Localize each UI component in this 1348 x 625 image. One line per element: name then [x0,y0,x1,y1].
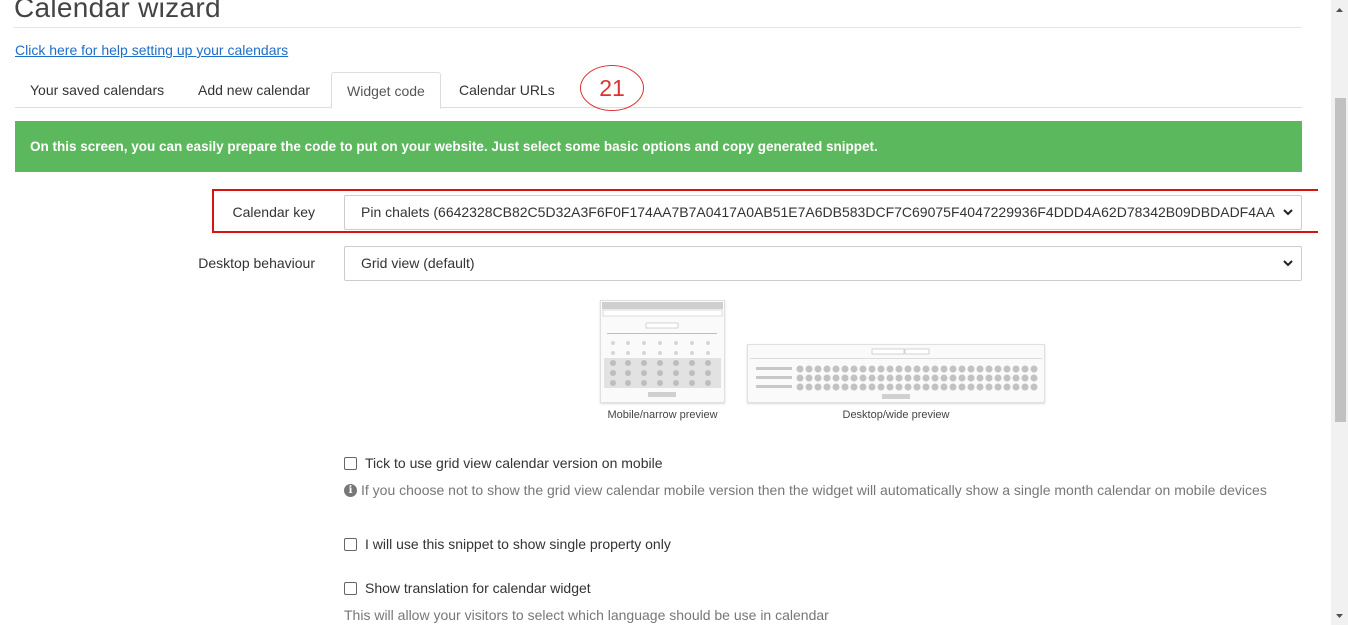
single-property-option: I will use this snippet to show single p… [344,536,671,552]
translation-checkbox[interactable] [344,581,357,595]
grid-mobile-hint: i If you choose not to show the grid vie… [344,482,1267,498]
info-icon: i [344,483,357,497]
translation-hint-text: This will allow your visitors to select … [344,607,829,623]
tab-calendar-urls[interactable]: Calendar URLs [444,72,570,108]
grid-mobile-hint-text: If you choose not to show the grid view … [361,482,1267,498]
mobile-preview-caption: Mobile/narrow preview [607,409,718,421]
grid-mobile-checkbox[interactable] [344,456,357,470]
desktop-behaviour-value: Grid view (default) [361,255,475,271]
tab-saved-calendars[interactable]: Your saved calendars [15,72,179,108]
desktop-behaviour-label: Desktop behaviour [198,255,315,271]
tab-add-new-calendar[interactable]: Add new calendar [183,72,325,108]
translation-label: Show translation for calendar widget [365,580,591,596]
page-title: Calendar wizard [14,0,221,23]
calendar-wizard-page: Calendar wizard Click here for help sett… [0,0,1318,625]
grid-mobile-label: Tick to use grid view calendar version o… [365,455,663,471]
scroll-down-arrow-icon[interactable] [1335,611,1344,620]
grid-mobile-option: Tick to use grid view calendar version o… [344,455,663,471]
page-scrollbar[interactable] [1331,0,1348,625]
translation-hint: This will allow your visitors to select … [344,607,829,623]
desktop-preview-caption: Desktop/wide preview [842,409,950,421]
single-property-label: I will use this snippet to show single p… [365,536,671,552]
tab-widget-code[interactable]: Widget code [331,72,441,109]
mobile-calendar-thumbnail [602,302,723,397]
desktop-calendar-thumbnail [750,348,1042,399]
single-property-checkbox[interactable] [344,537,357,551]
title-divider [14,27,1302,28]
scrollbar-thumb[interactable] [1335,98,1346,422]
scroll-up-arrow-icon[interactable] [1335,6,1344,15]
annotation-step-number: 21 [580,65,644,111]
tab-bar: Your saved calendars Add new calendar Wi… [15,72,1302,109]
mobile-preview-image [600,300,725,403]
desktop-behaviour-select[interactable]: Grid view (default) [344,246,1302,281]
desktop-preview-image [747,344,1045,403]
info-banner: On this screen, you can easily prepare t… [15,121,1302,172]
translation-option: Show translation for calendar widget [344,580,591,596]
help-link[interactable]: Click here for help setting up your cale… [15,42,288,58]
annotation-highlight-box [212,189,1318,233]
chevron-down-icon [1283,260,1293,267]
